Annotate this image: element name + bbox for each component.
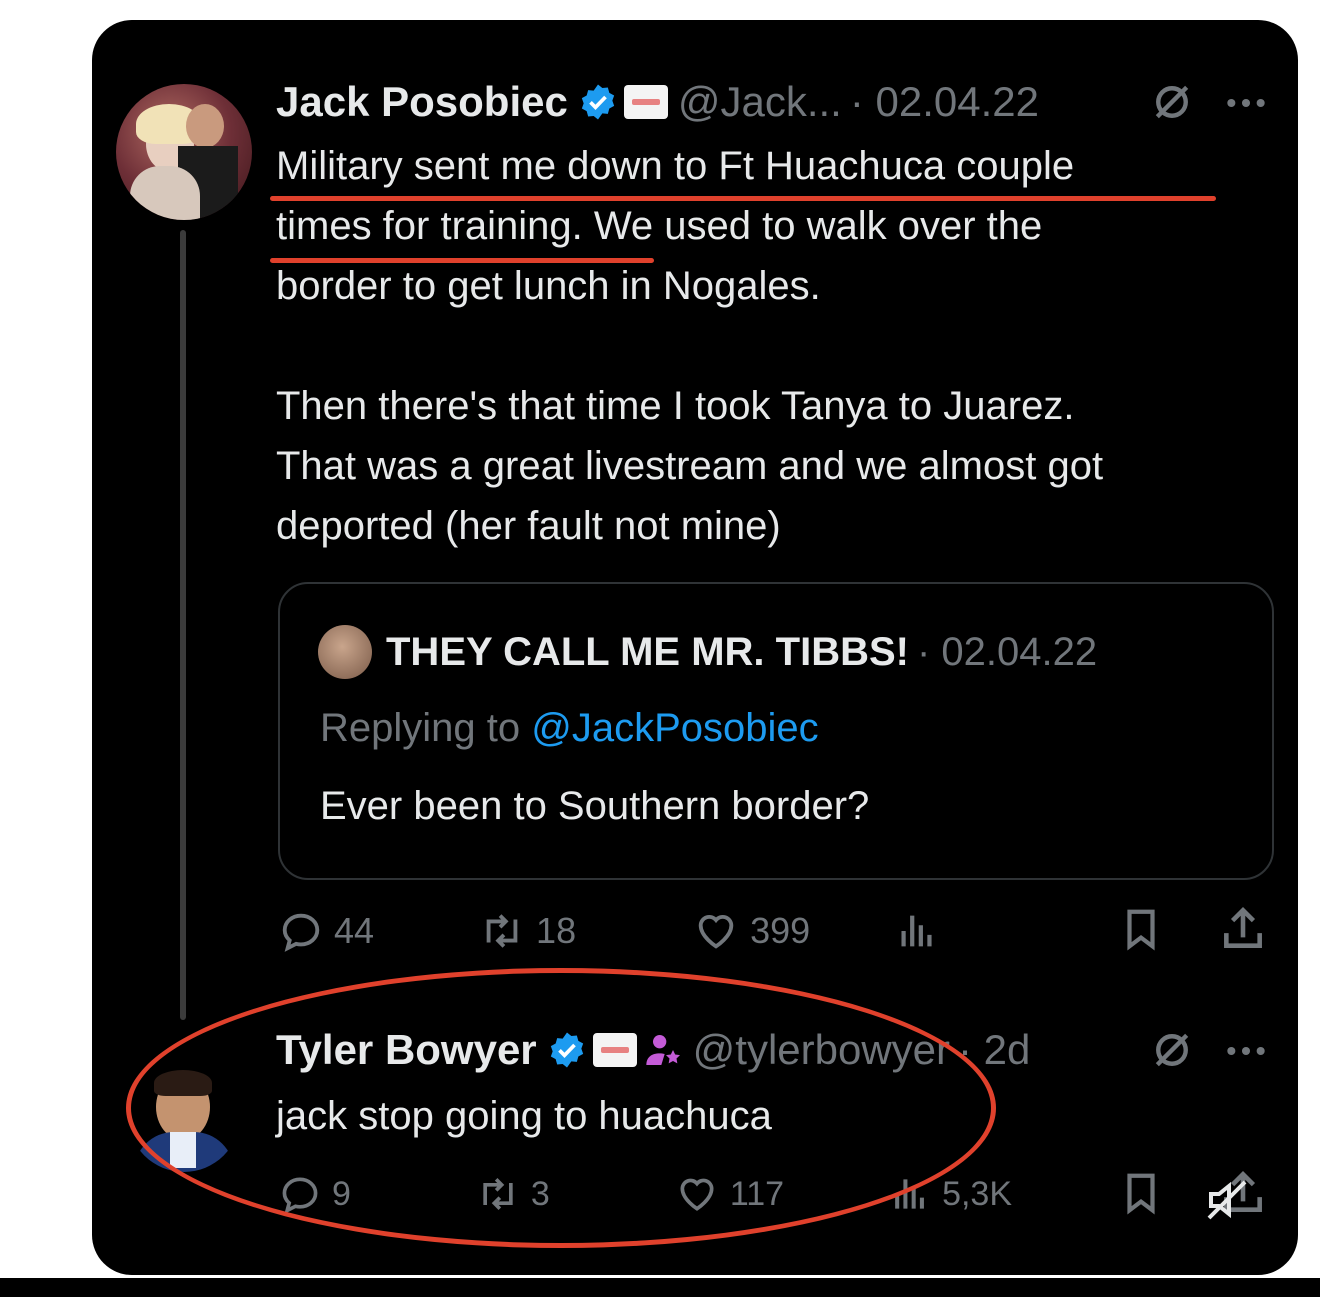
replying-label: Replying to (320, 706, 532, 750)
quoted-tweet[interactable]: THEY CALL ME MR. TIBBS! · 02.04.22 Reply… (278, 582, 1274, 880)
annotation-circle (126, 968, 996, 1248)
like-count: 399 (750, 910, 811, 951)
like-button[interactable]: 399 (692, 908, 810, 954)
quote-avatar[interactable] (318, 625, 372, 679)
repost-count: 18 (536, 910, 577, 951)
views-count: 5,3K (942, 1174, 1013, 1213)
reply-count: 44 (334, 910, 375, 951)
grok-icon[interactable] (1150, 80, 1194, 124)
quote-author-name[interactable]: THEY CALL ME MR. TIBBS! (386, 630, 909, 675)
tweet-line: deported (her fault not mine) (276, 504, 781, 548)
views-button[interactable] (894, 908, 950, 954)
tweet-line: Military sent me down to Ft Huachuca cou… (276, 144, 1075, 188)
annotation-underline (270, 196, 1216, 201)
tweet-line: Then there's that time I took Tanya to J… (276, 384, 1075, 428)
author-name[interactable]: Jack Posobiec (276, 78, 568, 126)
tweet-line: border to get lunch in Nogales. (276, 264, 821, 308)
tweet-line: That was a great livestream and we almos… (276, 444, 1104, 488)
bottom-bar (0, 1278, 1320, 1297)
author-handle[interactable]: @Jack... (678, 78, 842, 126)
tweet1-header: Jack Posobiec @Jack... · 02.04.22 (276, 76, 1039, 128)
reply-icon (282, 913, 320, 952)
heart-icon (698, 914, 734, 949)
grok-icon[interactable] (1150, 1028, 1194, 1072)
annotation-underline (270, 258, 654, 263)
tweet1-actions: 44 18 399 (278, 908, 950, 954)
avatar-jack[interactable] (116, 84, 252, 220)
bookmark-icon[interactable] (1118, 904, 1164, 954)
more-icon[interactable] (1224, 88, 1268, 118)
repost-icon (486, 914, 518, 948)
mute-icon[interactable] (1202, 1176, 1252, 1224)
bookmark-icon[interactable] (1118, 1168, 1164, 1218)
verified-icon (581, 84, 614, 120)
affiliate-badge-icon (623, 85, 668, 119)
share-icon[interactable] (1218, 904, 1268, 954)
quote-date: · 02.04.22 (916, 629, 1098, 674)
quote-text: Ever been to Southern border? (320, 784, 870, 828)
replying-handle-link[interactable]: @JackPosobiec (531, 706, 818, 751)
repost-button[interactable]: 18 (478, 908, 576, 954)
replying-to: Replying to @JackPosobiec (320, 706, 819, 751)
tweet-line: times for training. We used to walk over… (276, 204, 1043, 248)
tweet-card: Jack Posobiec @Jack... · 02.04.22 Milita… (92, 20, 1298, 1275)
quote-header: THEY CALL ME MR. TIBBS! · 02.04.22 (318, 625, 1098, 679)
more-icon[interactable] (1224, 1036, 1268, 1066)
views-icon (901, 915, 932, 947)
tweet-date[interactable]: · 02.04.22 (850, 78, 1039, 126)
thread-line (180, 230, 186, 1020)
reply-button[interactable]: 44 (278, 908, 374, 954)
